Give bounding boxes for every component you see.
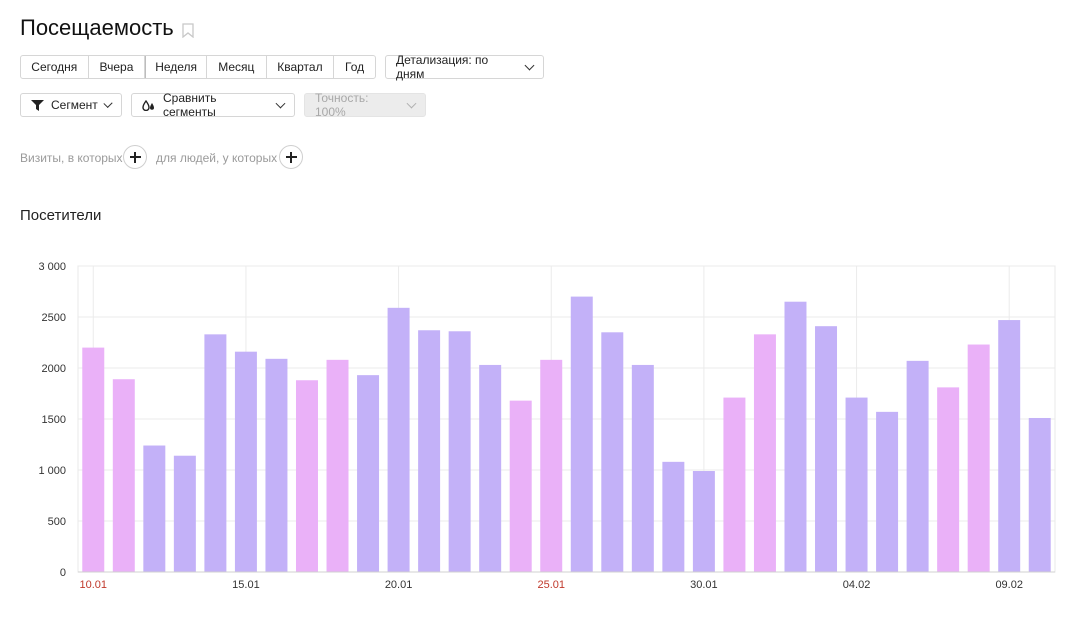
bar-10.01 (82, 347, 105, 572)
bar-06.02 (906, 360, 929, 572)
bar-19.01 (357, 375, 380, 572)
bar-02.02 (784, 301, 807, 572)
x-tick-label: 25.01 (537, 579, 565, 591)
bar-05.02 (876, 411, 899, 572)
x-tick-label: 10.01 (80, 579, 108, 591)
y-tick-label: 2500 (42, 312, 66, 324)
bar-15.01 (234, 351, 257, 572)
y-tick-label: 1500 (42, 414, 66, 426)
bar-03.02 (815, 326, 838, 572)
bar-29.01 (662, 461, 685, 572)
bar-21.01 (418, 330, 441, 572)
x-tick-label: 09.02 (995, 579, 1023, 591)
x-tick-label: 15.01 (232, 579, 260, 591)
bar-20.01 (387, 307, 410, 572)
bar-11.01 (112, 379, 135, 572)
bar-07.02 (937, 387, 960, 572)
y-tick-label: 1 000 (38, 465, 66, 477)
bar-16.01 (265, 358, 288, 572)
bar-25.01 (540, 359, 563, 572)
bar-09.02 (998, 320, 1021, 572)
bar-04.02 (845, 397, 868, 572)
bar-10.02 (1028, 417, 1051, 572)
bar-17.01 (295, 380, 318, 572)
bar-08.02 (967, 344, 990, 572)
x-tick-label: 20.01 (385, 579, 413, 591)
bar-13.01 (173, 455, 196, 572)
y-tick-label: 2000 (42, 363, 66, 375)
y-tick-label: 0 (60, 567, 66, 579)
bar-30.01 (692, 471, 715, 572)
bar-26.01 (570, 296, 593, 572)
visitors-bar-chart: 3 000 2500 2000 1500 1 000 500 0 10.01 15.01 20.0… (38, 261, 1056, 591)
bar-14.01 (204, 334, 227, 572)
bar-12.01 (143, 445, 166, 572)
x-tick-label: 04.02 (843, 579, 871, 591)
y-tick-label: 3 000 (38, 261, 66, 273)
bar-27.01 (601, 332, 624, 572)
y-tick-label: 500 (48, 516, 66, 528)
bar-31.01 (723, 397, 746, 572)
bar-28.01 (631, 364, 654, 572)
bar-23.01 (479, 364, 502, 572)
bar-22.01 (448, 331, 471, 572)
bar-18.01 (326, 359, 349, 572)
bar-01.02 (753, 334, 776, 572)
x-tick-label: 30.01 (690, 579, 718, 591)
bar-24.01 (509, 400, 532, 572)
